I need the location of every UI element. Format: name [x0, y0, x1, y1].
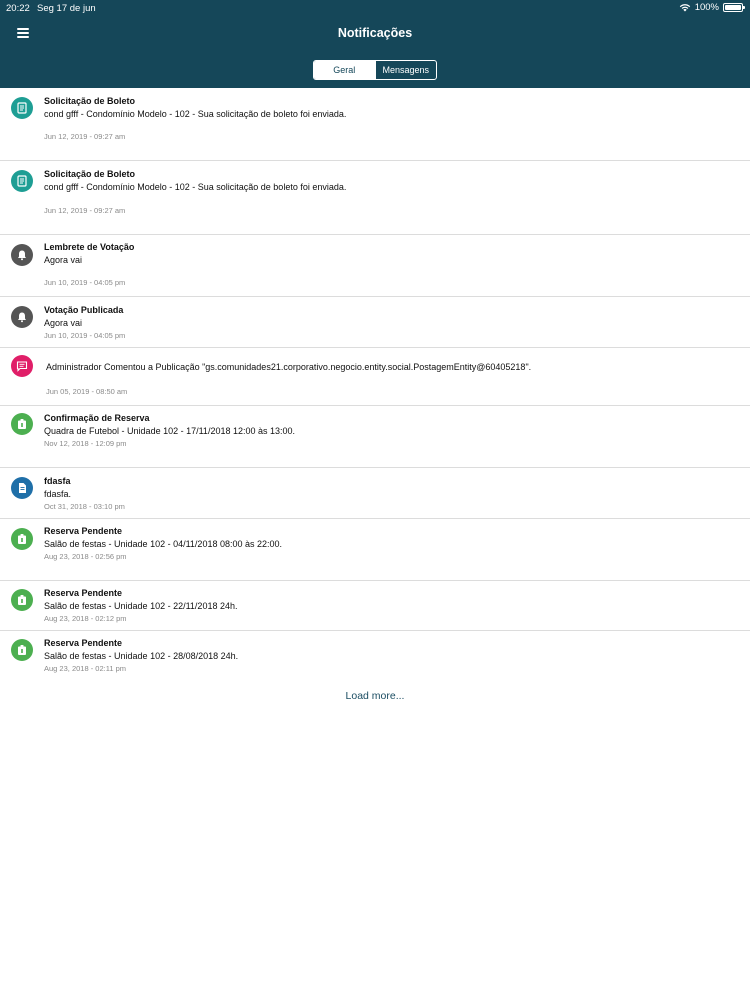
app-header: 20:22 Seg 17 de jun 100% Notificações Ge… [0, 0, 750, 88]
notification-item[interactable]: Solicitação de Boleto cond gfff - Condom… [0, 161, 750, 235]
document-icon [11, 477, 33, 499]
notification-date: Oct 31, 2018 - 03:10 pm [44, 502, 125, 511]
reservation-icon [11, 589, 33, 611]
tab-geral[interactable]: Geral [314, 61, 375, 79]
load-more-button[interactable]: Load more... [0, 690, 750, 702]
notification-body: fdasfa. [44, 489, 72, 499]
notification-date: Nov 12, 2018 - 12:09 pm [44, 439, 127, 448]
notification-title: Votação Publicada [44, 305, 124, 315]
notification-body: Salão de festas - Unidade 102 - 28/08/20… [44, 651, 239, 661]
status-bar: 20:22 Seg 17 de jun 100% [0, 0, 750, 16]
notification-date: Jun 12, 2019 - 09:27 am [44, 206, 126, 215]
notification-title: Confirmação de Reserva [44, 413, 150, 423]
notification-date: Jun 12, 2019 - 09:27 am [44, 132, 126, 141]
notification-item[interactable]: fdasfa fdasfa. Oct 31, 2018 - 03:10 pm [0, 468, 750, 519]
notification-item[interactable]: Reserva Pendente Salão de festas - Unida… [0, 631, 750, 681]
page-title: Notificações [337, 26, 413, 40]
notification-body: Agora vai [44, 255, 83, 265]
reservation-icon [11, 413, 33, 435]
status-indicators: 100% [679, 2, 745, 13]
boleto-icon [11, 97, 33, 119]
reservation-icon [11, 528, 33, 550]
notification-body: Quadra de Futebol - Unidade 102 - 17/11/… [44, 426, 296, 436]
notification-title: Reserva Pendente [44, 588, 123, 598]
notification-item[interactable]: Reserva Pendente Salão de festas - Unida… [0, 581, 750, 631]
battery-icon [723, 3, 745, 12]
notification-tabs: Geral Mensagens [313, 60, 437, 80]
notification-body: Salão de festas - Unidade 102 - 04/11/20… [44, 539, 283, 549]
notification-date: Jun 10, 2019 - 04:05 pm [44, 331, 126, 340]
notification-item[interactable]: Votação Publicada Agora vai Jun 10, 2019… [0, 297, 750, 348]
battery-percent: 100% [694, 2, 719, 13]
notification-date: Aug 23, 2018 - 02:11 pm [44, 664, 127, 673]
notification-date: Aug 23, 2018 - 02:12 pm [44, 614, 127, 623]
comment-icon [11, 355, 33, 377]
notification-date: Jun 10, 2019 - 04:05 pm [44, 278, 126, 287]
notification-body: Salão de festas - Unidade 102 - 22/11/20… [44, 601, 238, 611]
notification-body: Administrador Comentou a Publicação "gs.… [46, 362, 532, 372]
notification-item[interactable]: Confirmação de Reserva Quadra de Futebol… [0, 406, 750, 468]
tab-mensagens[interactable]: Mensagens [374, 61, 437, 79]
reservation-icon [11, 639, 33, 661]
notification-item[interactable]: Reserva Pendente Salão de festas - Unida… [0, 519, 750, 581]
notification-title: Solicitação de Boleto [44, 96, 136, 106]
status-date: Seg 17 de jun [37, 3, 96, 14]
bell-icon [11, 244, 33, 266]
notification-item[interactable]: Solicitação de Boleto cond gfff - Condom… [0, 88, 750, 161]
notification-title: Lembrete de Votação [44, 242, 135, 252]
notification-title: fdasfa [44, 476, 71, 486]
notification-title: Reserva Pendente [44, 526, 123, 536]
notification-body: cond gfff - Condomínio Modelo - 102 - Su… [44, 109, 347, 119]
notification-title: Solicitação de Boleto [44, 169, 136, 179]
notification-date: Jun 05, 2019 - 08:50 am [46, 387, 128, 396]
notification-body: Agora vai [44, 318, 83, 328]
notification-body: cond gfff - Condomínio Modelo - 102 - Su… [44, 182, 347, 192]
boleto-icon [11, 170, 33, 192]
status-time: 20:22 [6, 3, 30, 14]
bell-icon [11, 306, 33, 328]
notification-date: Aug 23, 2018 - 02:56 pm [44, 552, 127, 561]
notification-item[interactable]: Lembrete de Votação Agora vai Jun 10, 20… [0, 235, 750, 297]
notification-title: Reserva Pendente [44, 638, 123, 648]
wifi-icon [679, 4, 690, 12]
notification-item[interactable]: Administrador Comentou a Publicação "gs.… [0, 348, 750, 406]
